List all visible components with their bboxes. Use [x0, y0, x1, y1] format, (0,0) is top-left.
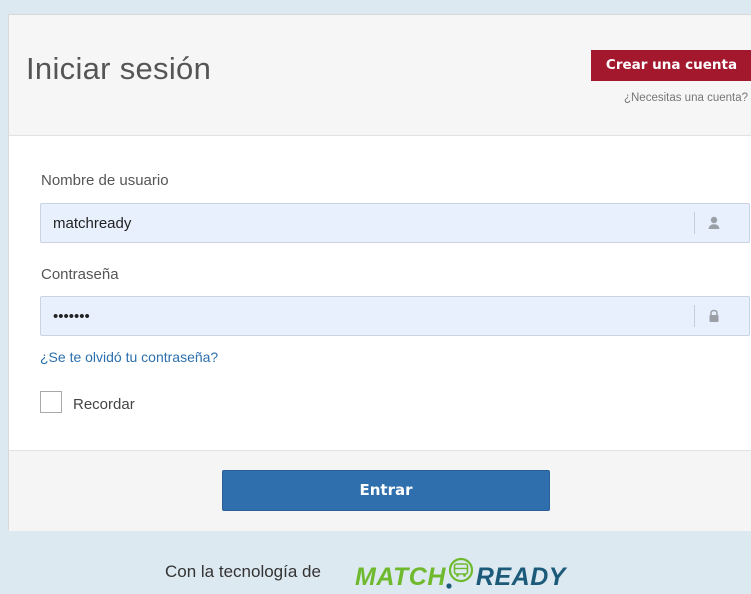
- username-label: Nombre de usuario: [41, 172, 169, 189]
- password-input[interactable]: [41, 297, 691, 335]
- login-panel: Iniciar sesión Crear una cuenta ¿Necesit…: [8, 14, 751, 531]
- logo-text-ready: READY: [475, 563, 566, 591]
- panel-header: Iniciar sesión Crear una cuenta ¿Necesit…: [9, 15, 751, 136]
- panel-footer: Entrar: [9, 450, 751, 531]
- logo-bus-icon: [446, 557, 474, 589]
- user-icon: [708, 216, 720, 229]
- remember-label: Recordar: [73, 396, 135, 413]
- forgot-password-link[interactable]: ¿Se te olvidó tu contraseña?: [40, 349, 218, 365]
- login-button[interactable]: Entrar: [222, 470, 550, 511]
- remember-checkbox[interactable]: [40, 391, 62, 413]
- powered-by-text: Con la tecnología de: [165, 562, 321, 581]
- create-account-button[interactable]: Crear una cuenta: [591, 50, 751, 81]
- page-title: Iniciar sesión: [26, 51, 212, 86]
- need-account-text: ¿Necesitas una cuenta?: [623, 92, 748, 104]
- password-label: Contraseña: [41, 266, 119, 283]
- password-field-wrapper: [40, 296, 750, 336]
- lock-icon: [709, 309, 719, 322]
- username-input[interactable]: [41, 204, 691, 242]
- logo-text-match: MATCH: [355, 563, 446, 591]
- matchready-logo: MATCH READY: [355, 550, 566, 592]
- input-divider: [694, 212, 695, 234]
- username-field-wrapper: [40, 203, 750, 243]
- input-divider: [694, 305, 695, 327]
